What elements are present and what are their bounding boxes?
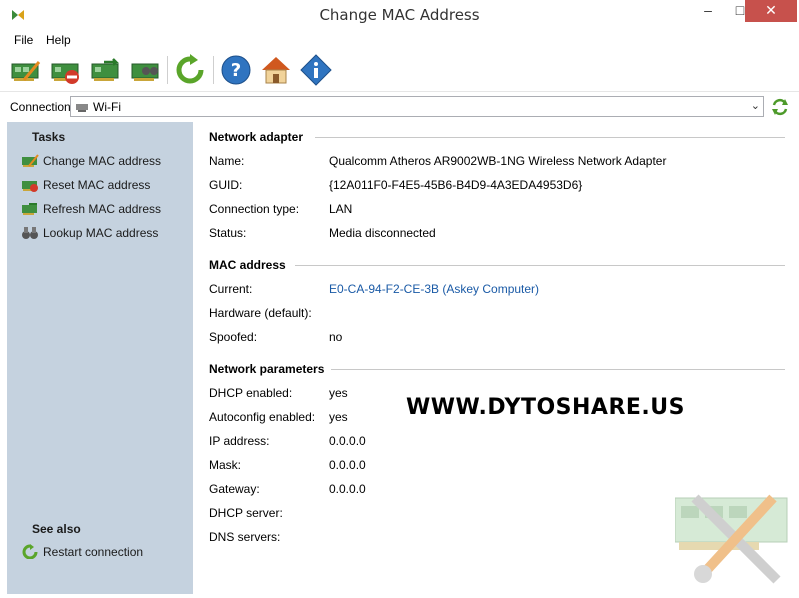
restart-connection-icon [22, 544, 38, 559]
connection-select[interactable]: Wi-Fi ⌄ [70, 96, 764, 117]
details-panel: Network adapter Name: Qualcomm Atheros A… [193, 122, 799, 598]
lookup-mac-icon[interactable] [130, 54, 162, 86]
dhcp-enabled-label: DHCP enabled: [209, 386, 293, 400]
info-icon[interactable] [300, 54, 332, 86]
menu-bar: File Help [0, 30, 799, 50]
network-parameters-heading: Network parameters [209, 362, 325, 376]
chevron-down-icon[interactable]: ⌄ [751, 99, 760, 112]
mask-label: Mask: [209, 458, 242, 472]
dhcp-server-label: DHCP server: [209, 506, 283, 520]
refresh-mac-icon [22, 203, 37, 215]
task-label: Refresh MAC address [43, 202, 162, 216]
ip-address-value: 0.0.0.0 [329, 434, 366, 448]
gateway-label: Gateway: [209, 482, 260, 496]
status-value: Media disconnected [329, 226, 436, 240]
see-also-heading: See also [32, 522, 81, 536]
connection-bar: Connection: Wi-Fi ⌄ [0, 94, 799, 120]
spoofed-value: no [329, 330, 343, 344]
change-mac-icon [22, 154, 39, 167]
svg-text:?: ? [231, 60, 241, 81]
network-card-tools-icon [675, 494, 788, 584]
task-change-mac[interactable]: Change MAC address [21, 152, 191, 170]
title-bar: Change MAC Address – □ ✕ [0, 0, 799, 30]
task-reset-mac[interactable]: Reset MAC address [21, 176, 191, 194]
reset-mac-icon[interactable] [50, 54, 82, 86]
guid-value: {12A011F0-F4E5-45B6-B4D9-4A3EDA4953D6} [329, 178, 583, 192]
autoconfig-value: yes [329, 410, 348, 424]
hardware-mac-label: Hardware (default): [209, 306, 312, 320]
toolbar-separator [213, 56, 214, 84]
sidebar: Tasks Change MAC address Reset MAC addre… [7, 122, 193, 594]
help-icon[interactable]: ? [220, 54, 252, 86]
refresh-mac-icon[interactable] [90, 54, 122, 86]
connection-value: Wi-Fi [93, 100, 121, 114]
binoculars-icon [22, 227, 38, 239]
network-adapter-icon [76, 104, 88, 112]
task-lookup-mac[interactable]: Lookup MAC address [21, 224, 191, 242]
network-adapter-heading: Network adapter [209, 130, 304, 144]
restart-connection-link[interactable]: Restart connection [21, 543, 191, 561]
task-label: Reset MAC address [43, 178, 151, 192]
ip-address-label: IP address: [209, 434, 270, 448]
toolbar: ? [0, 50, 799, 92]
menu-help[interactable]: Help [46, 33, 71, 47]
see-also-label: Restart connection [43, 545, 144, 559]
current-mac-link[interactable]: E0-CA-94-F2-CE-3B (Askey Computer) [329, 282, 539, 296]
connection-type-value: LAN [329, 202, 353, 216]
tasks-heading: Tasks [32, 130, 66, 144]
current-mac-label: Current: [209, 282, 253, 296]
toolbar-separator [167, 56, 168, 84]
mac-address-heading: MAC address [209, 258, 286, 272]
name-value: Qualcomm Atheros AR9002WB-1NG Wireless N… [329, 154, 667, 168]
reset-mac-icon [22, 181, 38, 192]
change-mac-icon[interactable] [10, 54, 42, 86]
status-label: Status: [209, 226, 247, 240]
section-divider [315, 137, 785, 138]
spoofed-label: Spoofed: [209, 330, 258, 344]
task-refresh-mac[interactable]: Refresh MAC address [21, 200, 191, 218]
watermark-text: WWW.DYTOSHARE.US [406, 395, 685, 420]
section-divider [331, 369, 785, 370]
refresh-icon[interactable] [770, 97, 790, 117]
gateway-value: 0.0.0.0 [329, 482, 366, 496]
home-icon[interactable] [260, 54, 292, 86]
mask-value: 0.0.0.0 [329, 458, 366, 472]
dhcp-enabled-value: yes [329, 386, 348, 400]
menu-file[interactable]: File [14, 33, 33, 47]
guid-label: GUID: [209, 178, 243, 192]
name-label: Name: [209, 154, 245, 168]
autoconfig-label: Autoconfig enabled: [209, 410, 316, 424]
task-label: Lookup MAC address [43, 226, 159, 240]
dns-servers-label: DNS servers: [209, 530, 281, 544]
task-label: Change MAC address [43, 154, 162, 168]
section-divider [295, 265, 785, 266]
window-title: Change MAC Address [319, 6, 480, 24]
close-button[interactable]: ✕ [745, 0, 797, 22]
connection-label: Connection: [10, 100, 75, 114]
connection-type-label: Connection type: [209, 202, 300, 216]
restart-connection-icon[interactable] [174, 54, 206, 86]
